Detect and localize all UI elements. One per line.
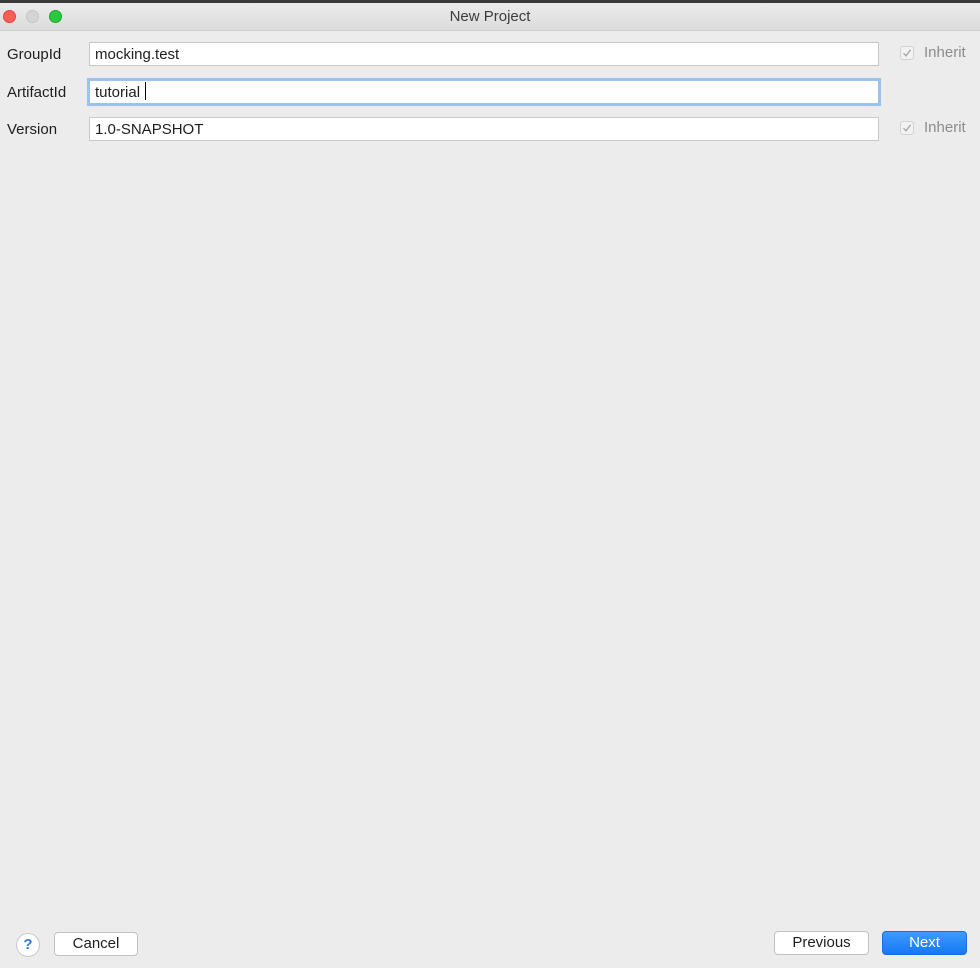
text-caret xyxy=(145,82,146,100)
artifact-id-label: ArtifactId xyxy=(7,84,67,101)
artifact-id-input[interactable] xyxy=(87,78,881,106)
group-id-inherit-checkbox[interactable] xyxy=(900,46,914,60)
version-row: Version Inherit xyxy=(0,117,980,145)
checkmark-icon xyxy=(902,49,912,57)
window-title: New Project xyxy=(449,8,531,25)
cancel-button[interactable]: Cancel xyxy=(54,932,138,956)
previous-button[interactable]: Previous xyxy=(774,931,869,955)
version-inherit-label: Inherit xyxy=(924,119,966,136)
help-button[interactable]: ? xyxy=(16,933,40,957)
new-project-window: New Project GroupId Inherit ArtifactId V… xyxy=(0,0,980,968)
group-id-row: GroupId Inherit xyxy=(0,42,980,70)
group-id-input[interactable] xyxy=(89,42,879,66)
group-id-label: GroupId xyxy=(7,46,62,63)
version-input[interactable] xyxy=(89,117,879,141)
artifact-id-row: ArtifactId xyxy=(0,78,980,108)
group-id-inherit-label: Inherit xyxy=(924,44,966,61)
version-inherit-checkbox[interactable] xyxy=(900,121,914,135)
version-label: Version xyxy=(7,121,58,138)
next-button[interactable]: Next xyxy=(882,931,967,955)
checkmark-icon xyxy=(902,124,912,132)
title-bar[interactable]: New Project xyxy=(0,3,980,31)
